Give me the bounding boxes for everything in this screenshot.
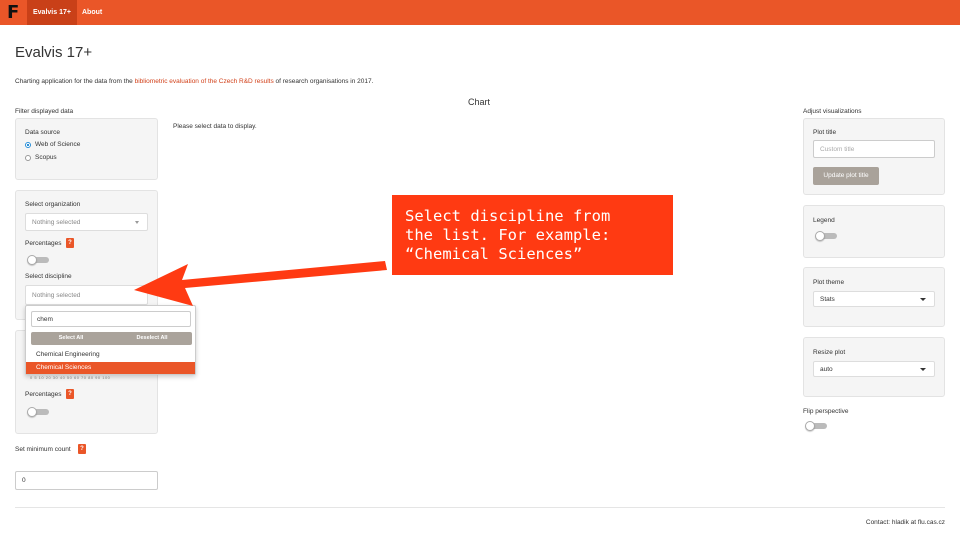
toggle-knob [805, 421, 815, 431]
plot-theme-select[interactable]: Stats [813, 291, 935, 307]
organization-value: Nothing selected [32, 218, 81, 226]
filter-heading: Filter displayed data [15, 108, 74, 115]
intro-text: Charting application for the data from t… [15, 78, 373, 85]
logo-letter: F [7, 2, 20, 23]
flip-perspective-toggle[interactable] [805, 421, 827, 431]
resize-plot-select[interactable]: auto [813, 361, 935, 377]
tutorial-callout: Select discipline from the list. For exa… [392, 195, 673, 275]
evaluation-link[interactable]: bibliometric evaluation of the Czech R&D… [135, 78, 274, 85]
option-chemical-sciences[interactable]: Chemical Sciences [26, 362, 195, 374]
caret-down-icon [920, 298, 926, 301]
flip-perspective-label: Flip perspective [803, 408, 849, 415]
select-all-button[interactable]: Select All [31, 332, 111, 345]
data-source-panel: Data source Web of Science Scopus [15, 118, 158, 180]
caret-down-icon [135, 221, 139, 224]
dropdown-actions: Select All Deselect All [31, 332, 192, 345]
navbar: F Evalvis 17+ About [0, 0, 960, 25]
minimum-count-label: Set minimum count [15, 446, 71, 453]
toggle-knob [27, 407, 37, 417]
legend-toggle[interactable] [815, 231, 837, 241]
tutorial-arrow-icon [134, 261, 387, 306]
discipline-dropdown-menu: chem Select All Deselect All Chemical En… [25, 305, 196, 375]
intro-text-before: Charting application for the data from t… [15, 78, 135, 85]
discipline-value: Nothing selected [32, 291, 81, 299]
help-icon[interactable]: ? [78, 444, 86, 454]
organization-label: Select organization [25, 201, 81, 208]
plot-theme-label: Plot theme [813, 279, 845, 286]
plot-title-input[interactable]: Custom title [813, 140, 935, 158]
percentages-label: Percentages [25, 240, 62, 247]
discipline-label: Select discipline [25, 273, 72, 280]
footer-divider [15, 507, 945, 508]
radio-unchecked-icon [25, 154, 31, 161]
option-chemical-engineering[interactable]: Chemical Engineering [26, 349, 195, 361]
percentages-toggle[interactable] [27, 407, 49, 417]
minimum-count-input[interactable]: 0 [15, 471, 158, 490]
percentages-toggle[interactable] [27, 255, 49, 265]
slider-tick-labels: 0 5 10 20 30 40 50 60 70 80 90 100 [30, 375, 111, 380]
radio-label: Scopus [35, 154, 57, 161]
plot-theme-panel: Plot theme Stats [803, 267, 945, 327]
discipline-search-input[interactable]: chem [31, 311, 191, 327]
radio-web-of-science[interactable]: Web of Science [25, 141, 80, 148]
percentages-label: Percentages [25, 391, 62, 398]
help-icon[interactable]: ? [66, 238, 74, 248]
organization-select[interactable]: Nothing selected [25, 213, 148, 231]
chart-heading: Chart [468, 97, 491, 107]
plot-theme-value: Stats [820, 295, 835, 303]
plot-title-panel: Plot title Custom title Update plot titl… [803, 118, 945, 195]
radio-scopus[interactable]: Scopus [25, 154, 57, 161]
toggle-knob [815, 231, 825, 241]
intro-text-after: of research organisations in 2017. [273, 78, 374, 85]
resize-plot-panel: Resize plot auto [803, 337, 945, 397]
deselect-all-button[interactable]: Deselect All [112, 332, 192, 345]
plot-title-label: Plot title [813, 129, 837, 136]
chart-placeholder: Please select data to display. [173, 123, 257, 130]
contact-text: Contact: hladik at flu.cas.cz [865, 519, 945, 526]
legend-panel: Legend [803, 205, 945, 258]
update-plot-title-button[interactable]: Update plot title [813, 167, 879, 185]
page-title: Evalvis 17+ [15, 44, 93, 61]
help-icon[interactable]: ? [66, 389, 74, 399]
data-source-label: Data source [25, 129, 61, 136]
resize-plot-value: auto [820, 365, 833, 373]
app-logo[interactable]: F [6, 2, 21, 23]
resize-plot-label: Resize plot [813, 349, 846, 356]
tab-about[interactable]: About [76, 0, 108, 25]
radio-label: Web of Science [35, 141, 81, 148]
toggle-knob [27, 255, 37, 265]
caret-down-icon [920, 368, 926, 371]
adjust-heading: Adjust visualizations [803, 108, 862, 115]
legend-label: Legend [813, 217, 835, 224]
tab-evalvis[interactable]: Evalvis 17+ [27, 0, 77, 25]
radio-checked-icon [25, 141, 31, 148]
